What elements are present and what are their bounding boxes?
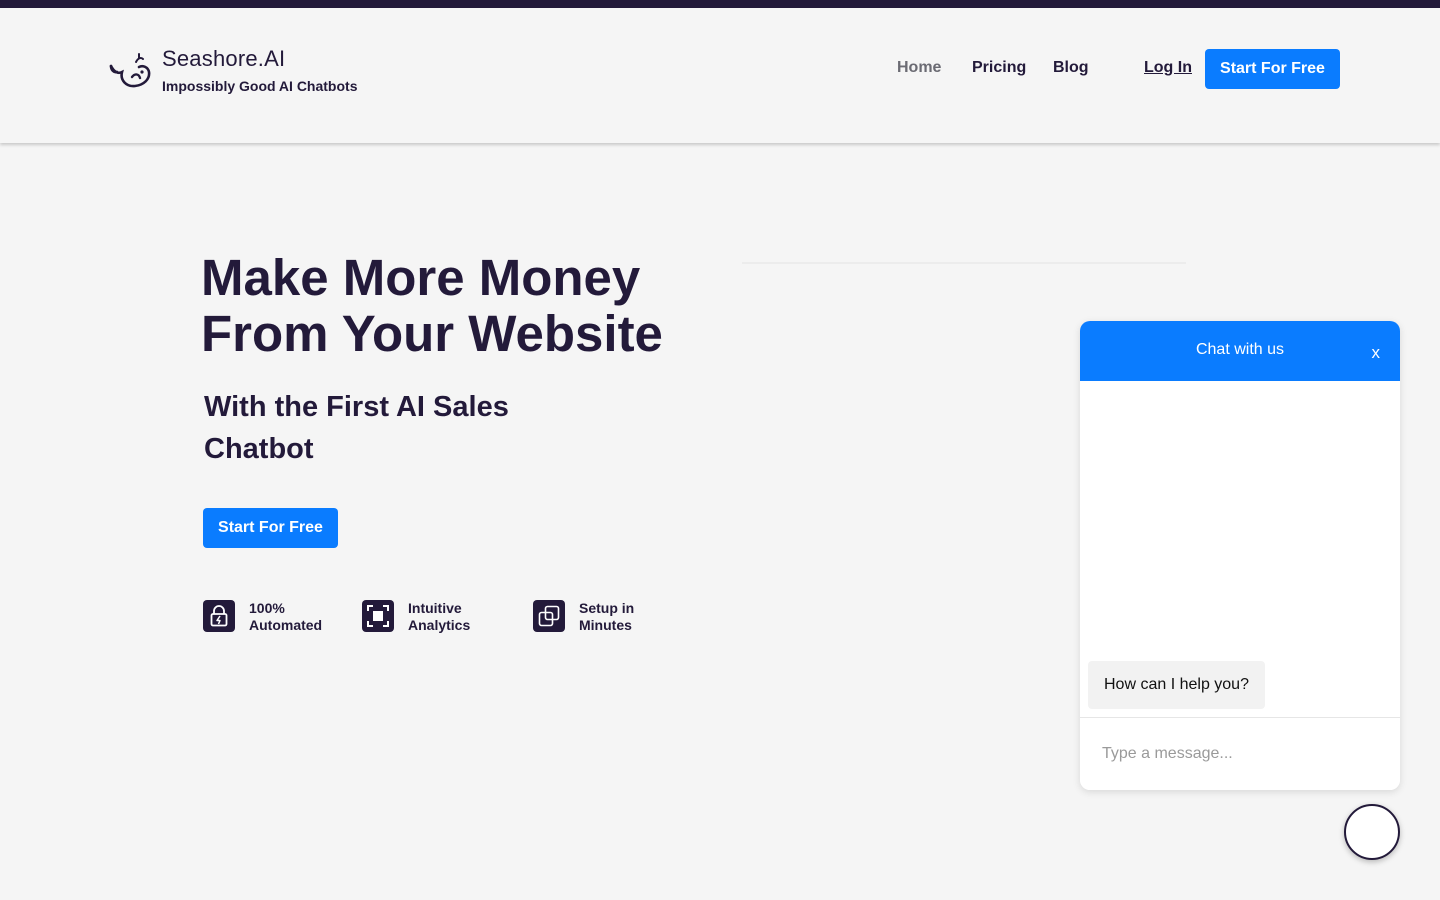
site-header: Seashore.AI Impossibly Good AI Chatbots … bbox=[0, 8, 1440, 143]
feature-label: 100% Automated bbox=[249, 600, 323, 633]
hero-subtitle: With the First AI Sales Chatbot bbox=[204, 391, 509, 465]
nav-home-link[interactable]: Home bbox=[897, 59, 941, 77]
copy-squares-icon bbox=[533, 600, 565, 632]
nav-pricing-link[interactable]: Pricing bbox=[972, 59, 1026, 77]
feature-automated: 100% Automated bbox=[203, 600, 322, 634]
nav-login-link[interactable]: Log In bbox=[1144, 59, 1192, 77]
main-nav: Home Pricing Blog Log In Start For Free bbox=[0, 49, 1440, 89]
feature-analytics: Intuitive Analytics bbox=[362, 600, 470, 634]
nav-blog-link[interactable]: Blog bbox=[1053, 59, 1089, 77]
chat-widget: Chat with us x How can I help you? bbox=[1080, 321, 1400, 790]
hero-title: Make More Money From Your Website bbox=[201, 249, 663, 362]
feature-label: Setup in Minutes bbox=[579, 600, 635, 633]
chat-launcher-button[interactable] bbox=[1344, 804, 1400, 860]
feature-label: Intuitive Analytics bbox=[408, 600, 471, 633]
lock-bolt-icon bbox=[203, 600, 235, 632]
faded-divider bbox=[742, 262, 1186, 264]
frame-square-icon bbox=[362, 600, 394, 632]
header-start-free-button[interactable]: Start For Free bbox=[1205, 49, 1340, 89]
hero-start-free-button[interactable]: Start For Free bbox=[203, 508, 338, 548]
chat-message-input[interactable] bbox=[1080, 718, 1400, 790]
chat-header: Chat with us x bbox=[1080, 321, 1400, 381]
feature-setup: Setup in Minutes bbox=[533, 600, 634, 634]
top-accent-bar bbox=[0, 0, 1440, 8]
chat-close-button[interactable]: x bbox=[1372, 343, 1381, 363]
faded-decoration bbox=[745, 205, 1145, 215]
bot-message-bubble: How can I help you? bbox=[1088, 661, 1265, 709]
chat-title: Chat with us bbox=[1195, 341, 1285, 358]
